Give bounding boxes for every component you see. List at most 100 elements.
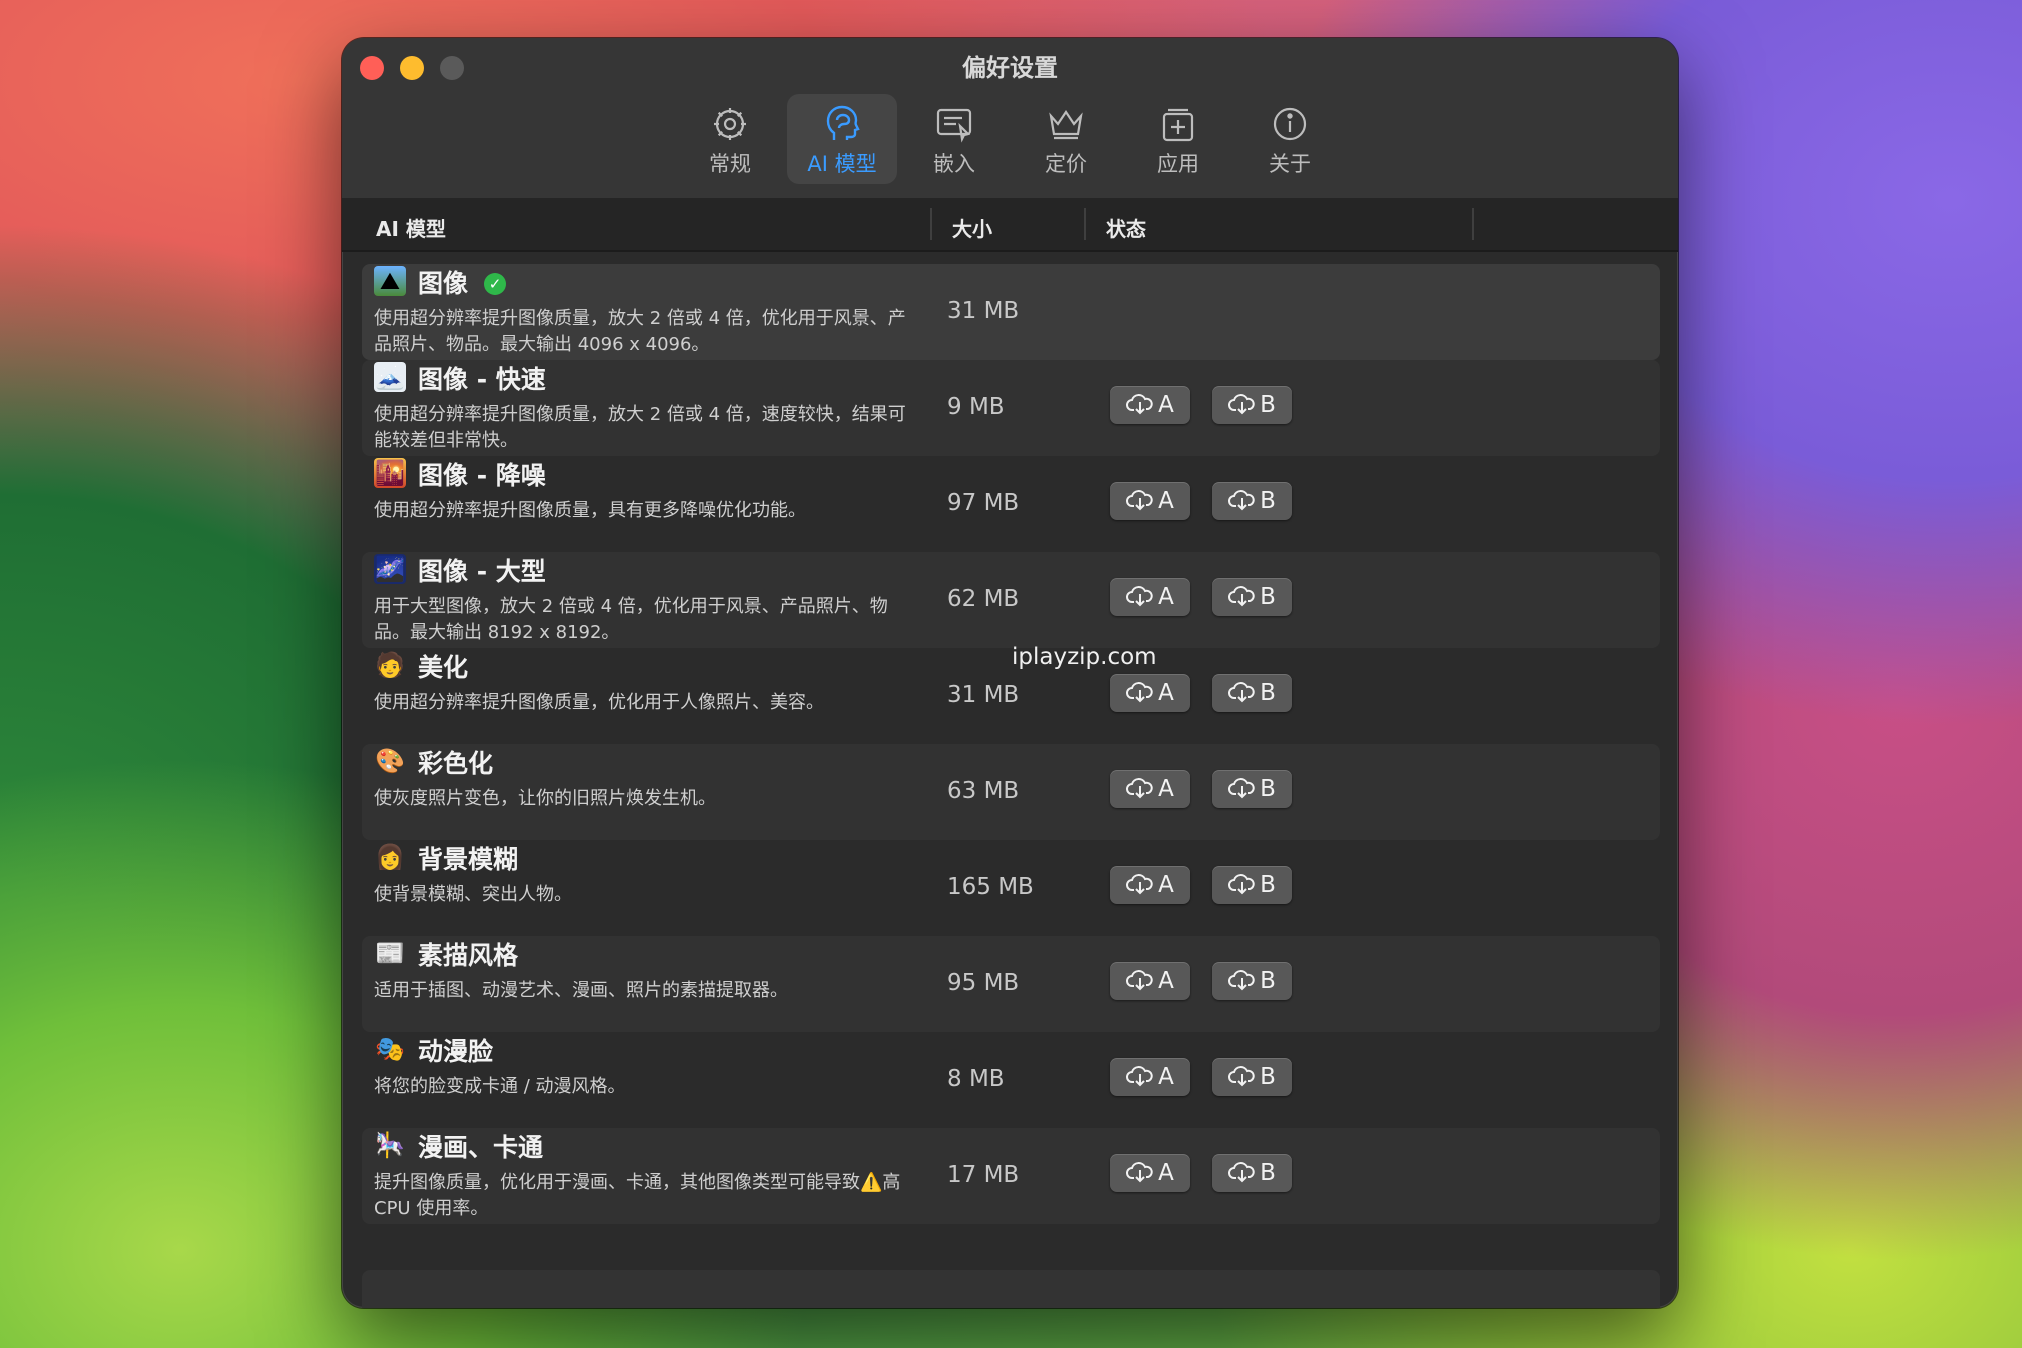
embed-icon (936, 108, 972, 143)
model-description: 使用超分辨率提升图像质量，具有更多降噪优化功能。 (374, 500, 806, 521)
cloud-download-icon (1228, 874, 1255, 895)
list-footer (362, 1270, 1660, 1308)
title-bar: 偏好设置 常规 AI 模型 嵌入 定价 应用 关于 (342, 38, 1678, 200)
model-description: 将您的脸变成卡通 / 动漫风格。 (374, 1076, 626, 1097)
city-sunset-icon: 🌇 (374, 458, 406, 488)
window-title: 偏好设置 (962, 54, 1058, 82)
table-row[interactable]: 🧑 美化 使用超分辨率提升图像质量，优化用于人像照片、美容。 31 MB A B (362, 648, 1660, 744)
cloud-download-icon (1228, 586, 1255, 607)
model-name: 图像 - 大型 (418, 557, 546, 586)
mountain-photo-icon: 🗻 (374, 362, 406, 392)
model-description: 使用超分辨率提升图像质量，优化用于人像照片、美容。 (374, 692, 824, 713)
download-a-button[interactable]: A (1110, 578, 1190, 616)
palette-icon: 🎨 (375, 747, 405, 775)
download-b-button[interactable]: B (1212, 866, 1292, 904)
tab-embed[interactable]: 嵌入 (899, 94, 1009, 184)
download-a-button[interactable]: A (1110, 866, 1190, 904)
model-size: 165 MB (947, 874, 1034, 900)
download-b-button[interactable]: B (1212, 386, 1292, 424)
brain-head-icon (826, 105, 860, 140)
table-row[interactable]: 📰 素描风格 适用于插图、动漫艺术、漫画、照片的素描提取器。 95 MB A B (362, 936, 1660, 1032)
carousel-horse-icon: 🎠 (375, 1131, 405, 1159)
column-header-model[interactable]: AI 模型 (376, 213, 446, 242)
column-header-status[interactable]: 状态 (1106, 213, 1146, 242)
table-row[interactable]: 🌇 图像 - 降噪 使用超分辨率提升图像质量，具有更多降噪优化功能。 97 MB… (362, 456, 1660, 552)
table-row[interactable]: 🌌 图像 - 大型 用于大型图像，放大 2 倍或 4 倍，优化用于风景、产品照片… (362, 552, 1660, 648)
column-divider (1472, 208, 1474, 240)
table-row[interactable]: 🎠 漫画、卡通 提升图像质量，优化用于漫画、卡通，其他图像类型可能导致⚠️高 C… (362, 1128, 1660, 1224)
download-b-button[interactable]: B (1212, 482, 1292, 520)
tab-pricing[interactable]: 定价 (1011, 94, 1121, 184)
download-a-button[interactable]: A (1110, 674, 1190, 712)
cloud-download-icon (1126, 490, 1153, 511)
tab-apps[interactable]: 应用 (1123, 94, 1233, 184)
cloud-download-icon (1126, 394, 1153, 415)
model-size: 8 MB (947, 1066, 1005, 1092)
model-size: 9 MB (947, 394, 1005, 420)
download-a-button[interactable]: A (1110, 1154, 1190, 1192)
watermark-text: iplayzip.com (1012, 644, 1157, 670)
download-a-button[interactable]: A (1110, 386, 1190, 424)
cloud-download-icon (1228, 1066, 1255, 1087)
table-row[interactable]: 🗻 图像 - 快速 使用超分辨率提升图像质量，放大 2 倍或 4 倍，速度较快，… (362, 360, 1660, 456)
model-name: 美化 (418, 653, 469, 682)
model-name: 图像 - 快速 (418, 365, 546, 394)
download-b-button[interactable]: B (1212, 770, 1292, 808)
download-a-button[interactable]: A (1110, 962, 1190, 1000)
tab-general[interactable]: 常规 (675, 94, 785, 184)
table-header: AI 模型 大小 状态 (342, 198, 1678, 252)
tab-pricing-label: 定价 (1045, 152, 1087, 176)
installed-check-icon: ✓ (484, 273, 507, 295)
tab-about[interactable]: 关于 (1235, 94, 1345, 184)
model-size: 17 MB (947, 1162, 1020, 1188)
model-description: 使灰度照片变色，让你的旧照片焕发生机。 (374, 788, 716, 809)
model-description: 用于大型图像，放大 2 倍或 4 倍，优化用于风景、产品照片、物品。最大输出 8… (374, 596, 888, 643)
table-row[interactable]: 🎨 彩色化 使灰度照片变色，让你的旧照片焕发生机。 63 MB A B (362, 744, 1660, 840)
cloud-download-icon (1228, 970, 1255, 991)
download-a-button[interactable]: A (1110, 482, 1190, 520)
download-b-button[interactable]: B (1212, 674, 1292, 712)
cloud-download-icon (1126, 1162, 1153, 1183)
column-header-size[interactable]: 大小 (952, 213, 992, 242)
table-row[interactable]: 🎭 动漫脸 将您的脸变成卡通 / 动漫风格。 8 MB A B (362, 1032, 1660, 1128)
model-description: 使用超分辨率提升图像质量，放大 2 倍或 4 倍，速度较快，结果可能较差但非常快… (374, 404, 906, 451)
model-name: 漫画、卡通 (418, 1133, 544, 1162)
model-size: 63 MB (947, 778, 1020, 804)
table-row[interactable]: ⛰ 图像 ✓ 使用超分辨率提升图像质量，放大 2 倍或 4 倍，优化用于风景、产品… (362, 264, 1660, 360)
download-b-button[interactable]: B (1212, 1154, 1292, 1192)
model-size: 95 MB (947, 970, 1020, 996)
model-name: 背景模糊 (418, 845, 519, 874)
cloud-download-icon (1126, 778, 1153, 799)
model-description: 适用于插图、动漫艺术、漫画、照片的素描提取器。 (374, 980, 788, 1001)
newspaper-icon: 📰 (375, 939, 405, 967)
model-size: 97 MB (947, 490, 1020, 516)
gear-icon (714, 108, 746, 140)
cloud-download-icon (1126, 682, 1153, 703)
person-icon: 🧑 (375, 651, 405, 679)
model-description: 使用超分辨率提升图像质量，放大 2 倍或 4 倍，优化用于风景、产品照片、物品。… (374, 308, 906, 355)
cloud-download-icon (1228, 1162, 1255, 1183)
download-b-button[interactable]: B (1212, 962, 1292, 1000)
cloud-download-icon (1126, 874, 1153, 895)
cloud-download-icon (1126, 1066, 1153, 1087)
model-description: 提升图像质量，优化用于漫画、卡通，其他图像类型可能导致⚠️高 CPU 使用率。 (374, 1172, 901, 1219)
cloud-download-icon (1228, 394, 1255, 415)
model-name: 素描风格 (418, 941, 519, 970)
model-name: 彩色化 (418, 749, 494, 778)
cloud-download-icon (1228, 682, 1255, 703)
model-description: 使背景模糊、突出人物。 (374, 884, 572, 905)
preferences-toolbar: 常规 AI 模型 嵌入 定价 应用 关于 (342, 94, 1678, 184)
download-b-button[interactable]: B (1212, 578, 1292, 616)
cloud-download-icon (1228, 490, 1255, 511)
cloud-download-icon (1126, 970, 1153, 991)
crown-icon (1049, 110, 1083, 140)
info-icon (1273, 107, 1307, 141)
download-a-button[interactable]: A (1110, 770, 1190, 808)
tab-ai-models[interactable]: AI 模型 (787, 94, 897, 184)
download-a-button[interactable]: A (1110, 1058, 1190, 1096)
table-row[interactable]: 👩 背景模糊 使背景模糊、突出人物。 165 MB A B (362, 840, 1660, 936)
landscape-icon: ⛰ (374, 266, 406, 296)
preferences-window: 偏好设置 常规 AI 模型 嵌入 定价 应用 关于 AI 模型 大小 状态 ⛰ … (342, 38, 1678, 1308)
download-b-button[interactable]: B (1212, 1058, 1292, 1096)
tab-ai-models-label: AI 模型 (807, 152, 877, 176)
